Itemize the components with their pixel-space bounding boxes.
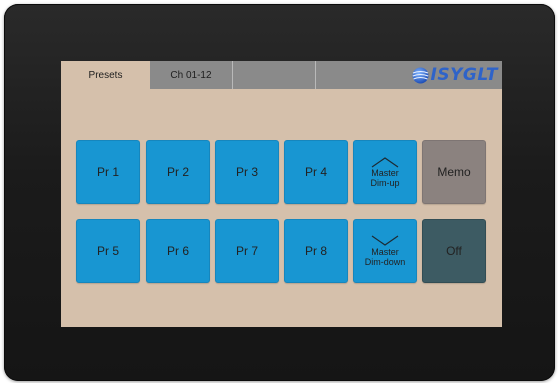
master-up-line2: Dim-up (370, 178, 400, 188)
memo-button[interactable]: Memo (422, 140, 486, 204)
tab-ch-01-12-label: Ch 01-12 (170, 69, 212, 81)
memo-label: Memo (437, 165, 471, 179)
preset-button-1[interactable]: Pr 1 (76, 140, 140, 204)
preset-button-5[interactable]: Pr 5 (76, 219, 140, 283)
preset-button-3[interactable]: Pr 3 (215, 140, 279, 204)
chevron-down-icon (371, 235, 399, 246)
tab-empty-4[interactable] (316, 61, 406, 89)
master-up-line1: Master (371, 168, 399, 178)
preset-button-2[interactable]: Pr 2 (146, 140, 210, 204)
preset-button-6[interactable]: Pr 6 (146, 219, 210, 283)
brand-name: ISYGLT (430, 65, 498, 85)
preset-button-4[interactable]: Pr 4 (284, 140, 348, 204)
master-dim-down-button[interactable]: Master Dim-down (353, 219, 417, 283)
tab-presets-label: Presets (88, 69, 123, 81)
off-label: Off (446, 244, 462, 258)
globe-icon (412, 67, 429, 83)
tab-ch-01-12[interactable]: Ch 01-12 (150, 61, 233, 89)
off-button[interactable]: Off (422, 219, 486, 283)
preset-button-8[interactable]: Pr 8 (284, 219, 348, 283)
tab-empty-3[interactable] (233, 61, 316, 89)
master-down-line1: Master (371, 247, 399, 257)
master-down-line2: Dim-down (364, 257, 406, 267)
touch-screen: Presets Ch 01-12 ISYGLT Pr 1 Pr 2 Pr 3 P… (61, 61, 502, 327)
chevron-up-icon (371, 157, 399, 168)
tab-bar: Presets Ch 01-12 ISYGLT (61, 61, 502, 89)
preset-button-7[interactable]: Pr 7 (215, 219, 279, 283)
tab-presets[interactable]: Presets (61, 61, 150, 89)
master-dim-up-button[interactable]: Master Dim-up (353, 140, 417, 204)
isyglt-logo: ISYGLT (412, 65, 498, 85)
